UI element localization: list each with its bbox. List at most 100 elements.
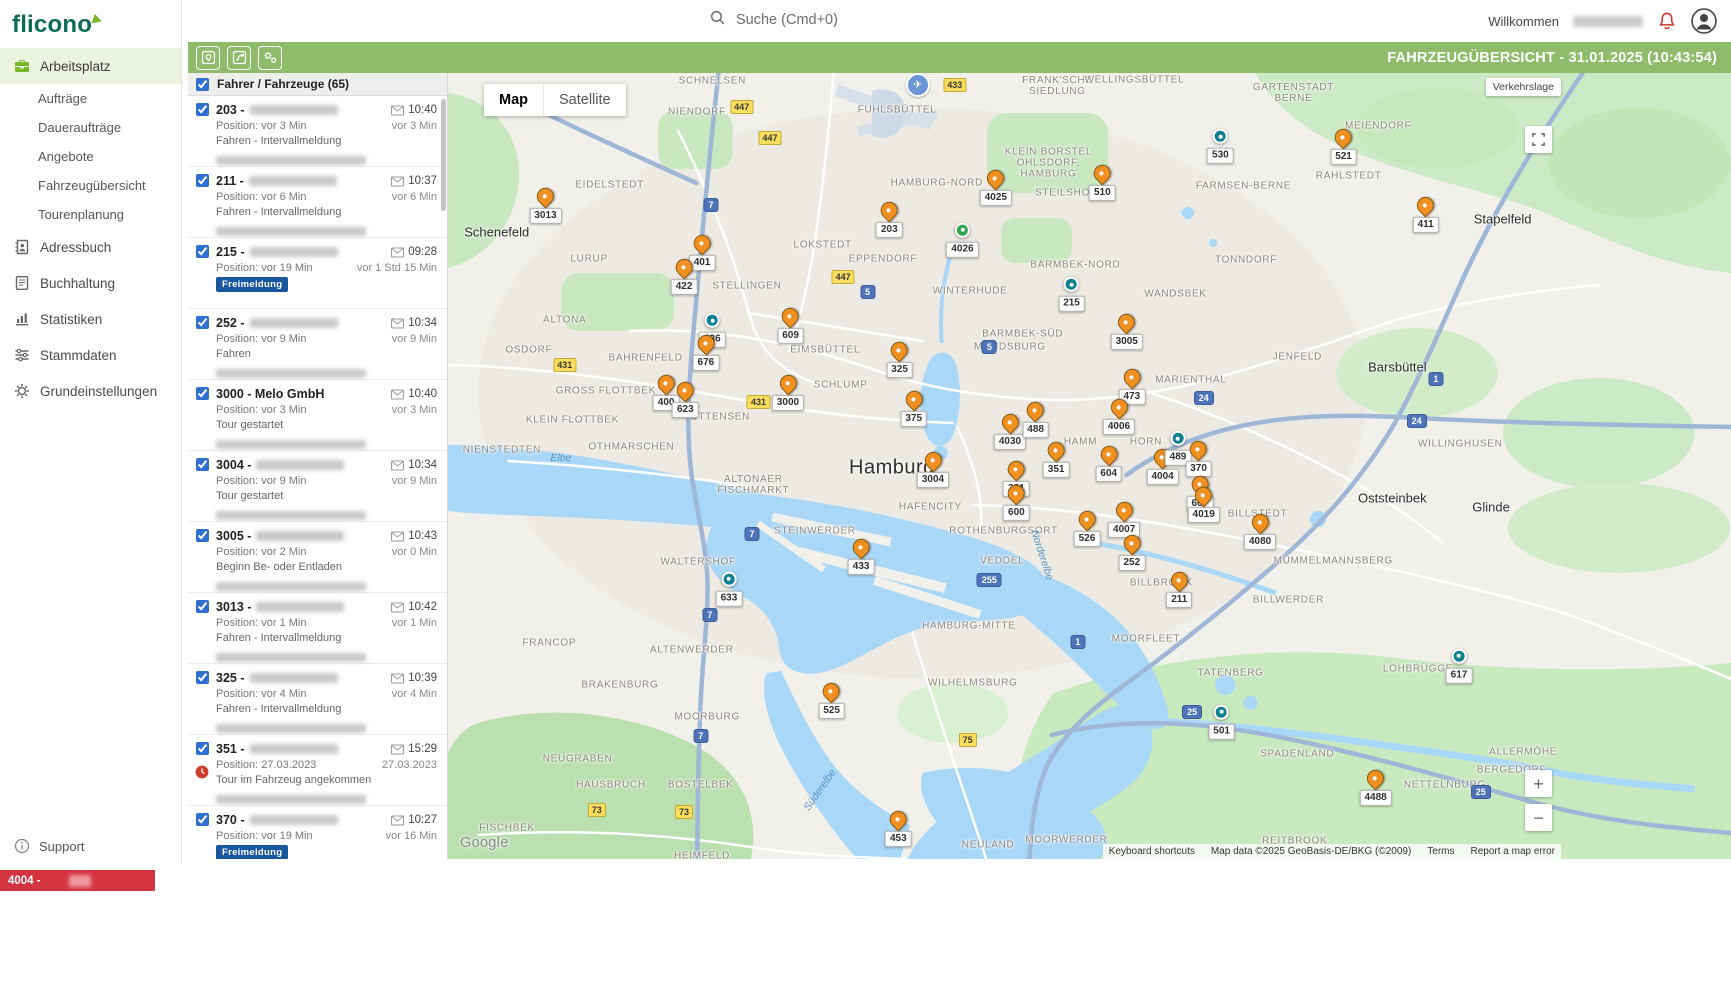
sidebar-item-support[interactable]: Support [14, 838, 85, 854]
map-marker-411[interactable]: 411 [1412, 193, 1439, 233]
app-logo[interactable]: flicono [0, 0, 181, 46]
vehicle-checkbox[interactable] [196, 529, 209, 542]
map-marker-521[interactable]: 521 [1330, 125, 1357, 166]
vehicle-row[interactable]: 3000 - Melo GmbH 10:40 Position: vor 3 Min… [188, 380, 447, 451]
sidebar-item-buchhaltung[interactable]: Buchhaltung [0, 265, 181, 301]
sidebar-item-statistiken[interactable]: Statistiken [0, 301, 181, 337]
map-type-map-button[interactable]: Map [484, 84, 543, 116]
map-marker-623[interactable]: 623 [672, 378, 699, 419]
vehicle-checkbox[interactable] [196, 103, 209, 116]
map-marker-609[interactable]: 609 [777, 304, 804, 345]
vehicle-checkbox[interactable] [196, 600, 209, 613]
map-marker-422[interactable]: 422 [670, 255, 698, 295]
vehicle-row[interactable]: 203 - 10:40 Position: vor 3 Min vor 3 Min Fa… [188, 96, 447, 167]
master-data-icon [14, 347, 30, 363]
map-type-satellite-button[interactable]: Satellite [543, 84, 626, 116]
toolbar-map-pin-button[interactable] [196, 45, 220, 70]
map-place-label: HAMBURG-NORD [890, 177, 983, 189]
map-marker-4006[interactable]: 4006 [1102, 395, 1136, 435]
map-marker-325[interactable]: 325 [886, 338, 913, 379]
select-all-checkbox[interactable] [196, 77, 209, 91]
sidebar-item-stammdaten[interactable]: Stammdaten [0, 337, 181, 373]
zoom-out-button[interactable]: − [1525, 804, 1552, 831]
vehicle-checkbox[interactable] [196, 671, 209, 684]
sidebar-item-auftr-ge[interactable]: Aufträge [0, 84, 181, 113]
vehicle-chip-label: 530 [1207, 148, 1234, 165]
user-avatar[interactable] [1691, 8, 1717, 34]
map-place-label: WELLINGSBÜTTEL [1084, 74, 1185, 86]
vehicle-row[interactable]: 3004 - 10:34 Position: vor 9 Min vor 9 Min T… [188, 451, 447, 522]
vehicle-checkbox[interactable] [196, 742, 209, 755]
map-marker-4025[interactable]: 4025 [979, 166, 1012, 206]
map-marker-617[interactable]: 617 [1445, 648, 1473, 684]
vehicle-checkbox[interactable] [196, 387, 209, 400]
map-marker-3013[interactable]: 3013 [529, 184, 562, 224]
vehicle-pin-icon [1363, 766, 1388, 791]
vehicle-row[interactable]: 252 - 10:34 Position: vor 9 Min vor 9 Min Fa… [188, 309, 447, 380]
zoom-in-button[interactable]: + [1525, 770, 1552, 797]
sidebar-item-arbeitsplatz[interactable]: Arbeitsplatz [0, 48, 181, 84]
vehicle-chip-label: 4080 [1244, 534, 1277, 551]
vehicle-checkbox[interactable] [196, 316, 209, 329]
traffic-button[interactable]: Verkehrslage [1485, 78, 1561, 96]
keyboard-shortcuts-link[interactable]: Keyboard shortcuts [1109, 846, 1195, 857]
map-marker-633[interactable]: 633 [715, 571, 743, 607]
map-marker-453[interactable]: 453 [884, 807, 912, 848]
toolbar-map-route-button[interactable] [227, 45, 251, 70]
map-marker-4030[interactable]: 4030 [993, 410, 1027, 450]
map-marker-526[interactable]: 526 [1073, 507, 1101, 548]
vehicle-dot-icon [1214, 704, 1230, 720]
map-marker-676[interactable]: 676 [692, 331, 720, 371]
vehicle-checkbox[interactable] [196, 245, 209, 258]
sidebar-item-tourenplanung[interactable]: Tourenplanung [0, 200, 181, 229]
map-marker-488[interactable]: 488 [1022, 398, 1049, 438]
map-marker-4488[interactable]: 4488 [1359, 766, 1392, 806]
vehicle-checkbox[interactable] [196, 813, 209, 826]
map-marker-351[interactable]: 351 [1042, 438, 1070, 478]
map-marker-3004[interactable]: 3004 [916, 448, 950, 489]
map-marker-525[interactable]: 525 [818, 679, 845, 720]
vehicle-checkbox[interactable] [196, 458, 209, 471]
map-marker-3005[interactable]: 3005 [1110, 310, 1143, 350]
vehicle-row[interactable]: 351 - 15:29 Position: 27.03.2023 27.03.2023… [188, 735, 447, 806]
list-scrollbar[interactable] [441, 99, 446, 211]
map-marker-4080[interactable]: 4080 [1244, 510, 1277, 551]
map-marker-501[interactable]: 501 [1208, 704, 1235, 740]
toolbar-map-gears-button[interactable] [258, 45, 282, 70]
map-marker-4007[interactable]: 4007 [1108, 498, 1141, 538]
vehicle-row[interactable]: 3013 - 10:42 Position: vor 1 Min vor 1 Min F… [188, 593, 447, 664]
sidebar-item-fahrzeug-bersicht[interactable]: Fahrzeugübersicht [0, 171, 181, 200]
sidebar-item-grundeinstellungen[interactable]: Grundeinstellungen [0, 373, 181, 409]
map-marker-370[interactable]: 370 [1185, 437, 1212, 478]
sidebar-item-dauerauftr-ge[interactable]: Daueraufträge [0, 113, 181, 142]
map-marker-3000[interactable]: 3000 [771, 371, 805, 412]
map[interactable]: SCHNELSEN NIENDORF FUHLSBÜTTEL FRANK'SCHE S… [448, 73, 1731, 859]
report-map-error-link[interactable]: Report a map error [1471, 846, 1555, 857]
notifications-bell-icon[interactable] [1657, 11, 1677, 31]
sidebar-item-adressbuch[interactable]: Adressbuch [0, 229, 181, 265]
map-marker-4026[interactable]: 4026 [946, 222, 979, 258]
map-marker-530[interactable]: 530 [1207, 129, 1234, 165]
search-input[interactable] [734, 11, 958, 29]
notification-toast[interactable]: 4004 - [0, 870, 155, 891]
sidebar-item-angebote[interactable]: Angebote [0, 142, 181, 171]
vehicle-row[interactable]: 325 - 10:39 Position: vor 4 Min vor 4 Min Fa… [188, 664, 447, 735]
map-marker-433[interactable]: 433 [847, 534, 875, 575]
vehicle-checkbox[interactable] [196, 174, 209, 187]
vehicle-row[interactable]: 211 - 10:37 Position: vor 6 Min vor 6 Min Fa… [188, 167, 447, 238]
map-marker-604[interactable]: 604 [1095, 442, 1123, 482]
search-box[interactable] [709, 9, 958, 31]
vehicle-row[interactable]: 370 - 10:27 Position: vor 19 Min vor 16 Min… [188, 806, 447, 859]
map-marker-600[interactable]: 600 [1003, 481, 1030, 522]
vehicle-row[interactable]: 215 - 09:28 Position: vor 19 Min vor 1 Std … [188, 238, 447, 309]
map-marker-375[interactable]: 375 [900, 387, 928, 427]
map-marker-252[interactable]: 252 [1118, 531, 1146, 571]
map-marker-4019[interactable]: 4019 [1187, 483, 1220, 523]
fullscreen-button[interactable] [1525, 126, 1552, 153]
vehicle-row[interactable]: 3005 - 10:43 Position: vor 2 Min vor 0 Min B… [188, 522, 447, 593]
map-marker-203[interactable]: 203 [876, 198, 903, 239]
map-marker-510[interactable]: 510 [1088, 161, 1116, 202]
terms-link[interactable]: Terms [1427, 846, 1454, 857]
map-marker-211[interactable]: 211 [1166, 568, 1193, 608]
map-marker-215[interactable]: 215 [1058, 276, 1085, 312]
